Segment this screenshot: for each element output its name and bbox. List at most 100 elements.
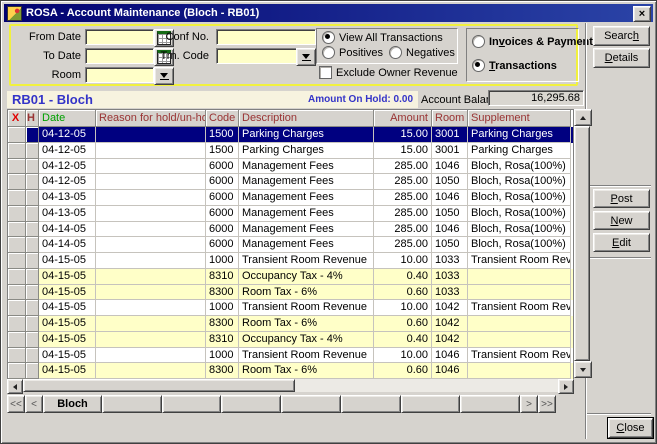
table-row[interactable]: 04-15-058310Occupancy Tax - 4%0.401042 bbox=[8, 332, 573, 348]
search-button[interactable]: Search bbox=[593, 26, 650, 46]
to-date-label: To Date bbox=[11, 50, 81, 62]
cell-reason bbox=[96, 174, 206, 190]
panel-divider bbox=[587, 185, 651, 187]
account-tab-empty[interactable] bbox=[162, 395, 222, 413]
cell-room: 1050 bbox=[432, 174, 468, 190]
table-row[interactable]: 04-13-056000Management Fees285.001050Blo… bbox=[8, 206, 573, 222]
panel-divider bbox=[587, 413, 651, 415]
cell-reason bbox=[96, 222, 206, 238]
cell-h bbox=[26, 237, 39, 253]
table-row[interactable]: 04-15-051000Transient Room Revenue10.001… bbox=[8, 300, 573, 316]
cell-code: 8310 bbox=[206, 269, 239, 285]
cell-supplement bbox=[468, 269, 571, 285]
scroll-right-icon[interactable] bbox=[558, 379, 574, 394]
cell-reason bbox=[96, 363, 206, 379]
cell-x bbox=[8, 316, 26, 332]
account-tab-bloch[interactable]: Bloch bbox=[43, 395, 102, 413]
cell-room: 1050 bbox=[432, 206, 468, 222]
scroll-left-icon[interactable] bbox=[7, 379, 23, 394]
cell-reason bbox=[96, 237, 206, 253]
horizontal-scrollbar[interactable] bbox=[7, 379, 574, 392]
radio-invoices-payments[interactable]: Invoices & Payments bbox=[472, 35, 599, 48]
exclude-owner-revenue-checkbox[interactable]: Exclude Owner Revenue bbox=[319, 66, 458, 79]
prev-account-button[interactable]: < bbox=[25, 395, 43, 413]
table-row[interactable]: 04-15-058300Room Tax - 6%0.601042 bbox=[8, 316, 573, 332]
radio-label: Negatives bbox=[406, 47, 455, 59]
cell-supplement bbox=[468, 316, 571, 332]
radio-positives[interactable]: Positives bbox=[322, 46, 383, 59]
cell-date: 04-15-05 bbox=[39, 316, 96, 332]
close-button[interactable]: Close bbox=[608, 418, 653, 438]
horizontal-scrollbar-track[interactable] bbox=[295, 379, 558, 392]
cell-reason bbox=[96, 143, 206, 159]
cell-supplement: Bloch, Rosa(100%) bbox=[468, 222, 571, 238]
conf-no-input[interactable] bbox=[216, 29, 316, 45]
table-row[interactable]: 04-12-056000Management Fees285.001050Blo… bbox=[8, 174, 573, 190]
table-row[interactable]: 04-15-058300Room Tax - 6%0.601033 bbox=[8, 285, 573, 301]
table-row[interactable]: 04-15-051000Transient Room Revenue10.001… bbox=[8, 348, 573, 364]
account-tab-empty[interactable] bbox=[102, 395, 162, 413]
account-maintenance-window: ROSA - Account Maintenance (Bloch - RB01… bbox=[0, 0, 657, 444]
app-icon bbox=[7, 6, 22, 21]
room-input[interactable] bbox=[85, 67, 154, 83]
vertical-scrollbar[interactable] bbox=[574, 109, 590, 378]
account-tab-empty[interactable] bbox=[460, 395, 520, 413]
scroll-down-icon[interactable] bbox=[574, 361, 592, 378]
account-tab-empty[interactable] bbox=[341, 395, 401, 413]
cell-x bbox=[8, 332, 26, 348]
table-row[interactable]: 04-14-056000Management Fees285.001046Blo… bbox=[8, 222, 573, 238]
radio-view-all-transactions[interactable]: View All Transactions bbox=[322, 31, 443, 44]
cell-description: Occupancy Tax - 4% bbox=[239, 332, 374, 348]
first-account-button[interactable]: << bbox=[7, 395, 25, 413]
table-row[interactable]: 04-14-056000Management Fees285.001050Blo… bbox=[8, 237, 573, 253]
cell-amount: 10.00 bbox=[374, 300, 432, 316]
edit-button[interactable]: Edit bbox=[593, 233, 650, 252]
trn-code-dropdown-icon[interactable] bbox=[296, 48, 316, 66]
new-button[interactable]: New bbox=[593, 211, 650, 230]
cell-description: Management Fees bbox=[239, 237, 374, 253]
last-account-button[interactable]: >> bbox=[538, 395, 556, 413]
cell-reason bbox=[96, 332, 206, 348]
cell-x bbox=[8, 190, 26, 206]
cell-reason bbox=[96, 269, 206, 285]
window-close-icon[interactable]: × bbox=[633, 6, 651, 22]
horizontal-scrollbar-thumb[interactable] bbox=[23, 379, 295, 392]
trn-code-input[interactable] bbox=[216, 48, 298, 64]
cell-reason bbox=[96, 285, 206, 301]
cell-h bbox=[26, 285, 39, 301]
cell-room: 3001 bbox=[432, 143, 468, 159]
cell-code: 8300 bbox=[206, 316, 239, 332]
radio-transactions[interactable]: Transactions bbox=[472, 59, 557, 72]
account-tab-empty[interactable] bbox=[221, 395, 281, 413]
cell-code: 6000 bbox=[206, 222, 239, 238]
cell-amount: 0.40 bbox=[374, 269, 432, 285]
table-row[interactable]: 04-12-056000Management Fees285.001046Blo… bbox=[8, 159, 573, 175]
title-bar[interactable]: ROSA - Account Maintenance (Bloch - RB01… bbox=[4, 4, 653, 22]
radio-negatives[interactable]: Negatives bbox=[389, 46, 455, 59]
table-row[interactable]: 04-15-058300Room Tax - 6%0.601046 bbox=[8, 363, 573, 379]
table-row[interactable]: 04-12-051500Parking Charges15.003001Park… bbox=[8, 127, 573, 143]
view-filter-group: View All Transactions Positives Negative… bbox=[316, 28, 458, 64]
details-button[interactable]: Details bbox=[593, 48, 650, 68]
cell-code: 8300 bbox=[206, 285, 239, 301]
scroll-up-icon[interactable] bbox=[574, 109, 592, 126]
cell-amount: 285.00 bbox=[374, 222, 432, 238]
column-header-description: Description bbox=[239, 110, 374, 127]
table-row[interactable]: 04-13-056000Management Fees285.001046Blo… bbox=[8, 190, 573, 206]
cell-description: Management Fees bbox=[239, 174, 374, 190]
post-button[interactable]: Post bbox=[593, 189, 650, 208]
table-row[interactable]: 04-15-051000Transient Room Revenue10.001… bbox=[8, 253, 573, 269]
vertical-scrollbar-thumb[interactable] bbox=[574, 126, 590, 361]
cell-date: 04-15-05 bbox=[39, 253, 96, 269]
table-row[interactable]: 04-15-058310Occupancy Tax - 4%0.401033 bbox=[8, 269, 573, 285]
column-header-reason: Reason for hold/un-hold bbox=[96, 110, 206, 127]
room-dropdown-icon[interactable] bbox=[154, 67, 174, 85]
account-tab-empty[interactable] bbox=[281, 395, 341, 413]
window-title: ROSA - Account Maintenance (Bloch - RB01… bbox=[26, 7, 259, 19]
cell-description: Occupancy Tax - 4% bbox=[239, 269, 374, 285]
table-row[interactable]: 04-12-051500Parking Charges15.003001Park… bbox=[8, 143, 573, 159]
account-tab-empty[interactable] bbox=[401, 395, 461, 413]
next-account-button[interactable]: > bbox=[520, 395, 538, 413]
cell-date: 04-13-05 bbox=[39, 206, 96, 222]
cell-amount: 0.60 bbox=[374, 316, 432, 332]
